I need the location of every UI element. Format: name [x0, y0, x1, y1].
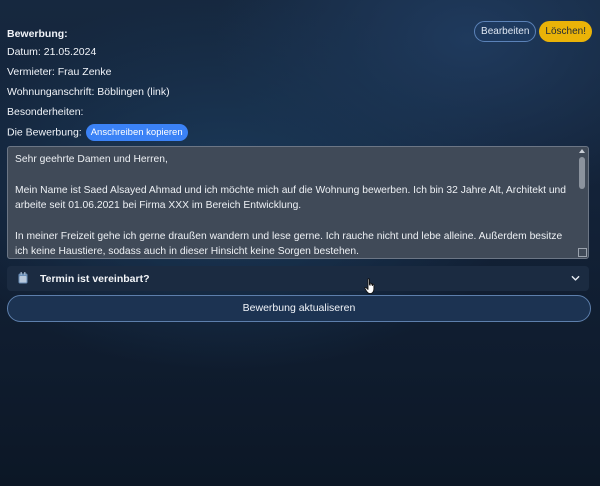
letter-paragraph-2: In meiner Freizeit gehe ich gerne drauße… [15, 231, 563, 258]
scroll-up-arrow-icon[interactable] [579, 149, 585, 153]
calendar-icon [18, 272, 28, 284]
edit-button[interactable]: Bearbeiten [474, 21, 537, 42]
application-letter-label: Die Bewerbung: [7, 126, 82, 139]
application-address: Wohnunganschrift: Böblingen (link) [7, 86, 170, 98]
hand-cursor-icon [364, 278, 375, 295]
scroll-thumb[interactable] [579, 157, 585, 189]
application-landlord: Vermieter: Frau Zenke [7, 66, 112, 78]
letter-paragraph-1: Mein Name ist Saed Alsayed Ahmad und ich… [15, 184, 567, 212]
letter-greeting: Sehr geehrte Damen und Herren, [15, 154, 168, 165]
top-actions: Bearbeiten Löschen! [474, 21, 592, 42]
chevron-down-icon[interactable] [571, 274, 580, 283]
application-letter-row: Die Bewerbung: Anschreiben kopieren [7, 124, 188, 141]
application-title: Bewerbung: [7, 28, 68, 40]
application-date: Datum: 21.05.2024 [7, 46, 97, 58]
appointment-accordion-label: Termin ist vereinbart? [40, 273, 150, 285]
letter-text: Sehr geehrte Damen und Herren, Mein Name… [15, 152, 570, 258]
letter-scrollbar[interactable] [578, 149, 586, 256]
appointment-accordion[interactable]: Termin ist vereinbart? [7, 266, 589, 291]
copy-letter-button[interactable]: Anschreiben kopieren [85, 124, 188, 141]
resize-handle-icon[interactable] [578, 248, 587, 257]
application-notes: Besonderheiten: [7, 106, 84, 118]
update-application-button[interactable]: Bewerbung aktualiseren [7, 295, 591, 322]
letter-textarea[interactable]: Sehr geehrte Damen und Herren, Mein Name… [7, 146, 589, 259]
delete-button[interactable]: Löschen! [539, 21, 592, 42]
